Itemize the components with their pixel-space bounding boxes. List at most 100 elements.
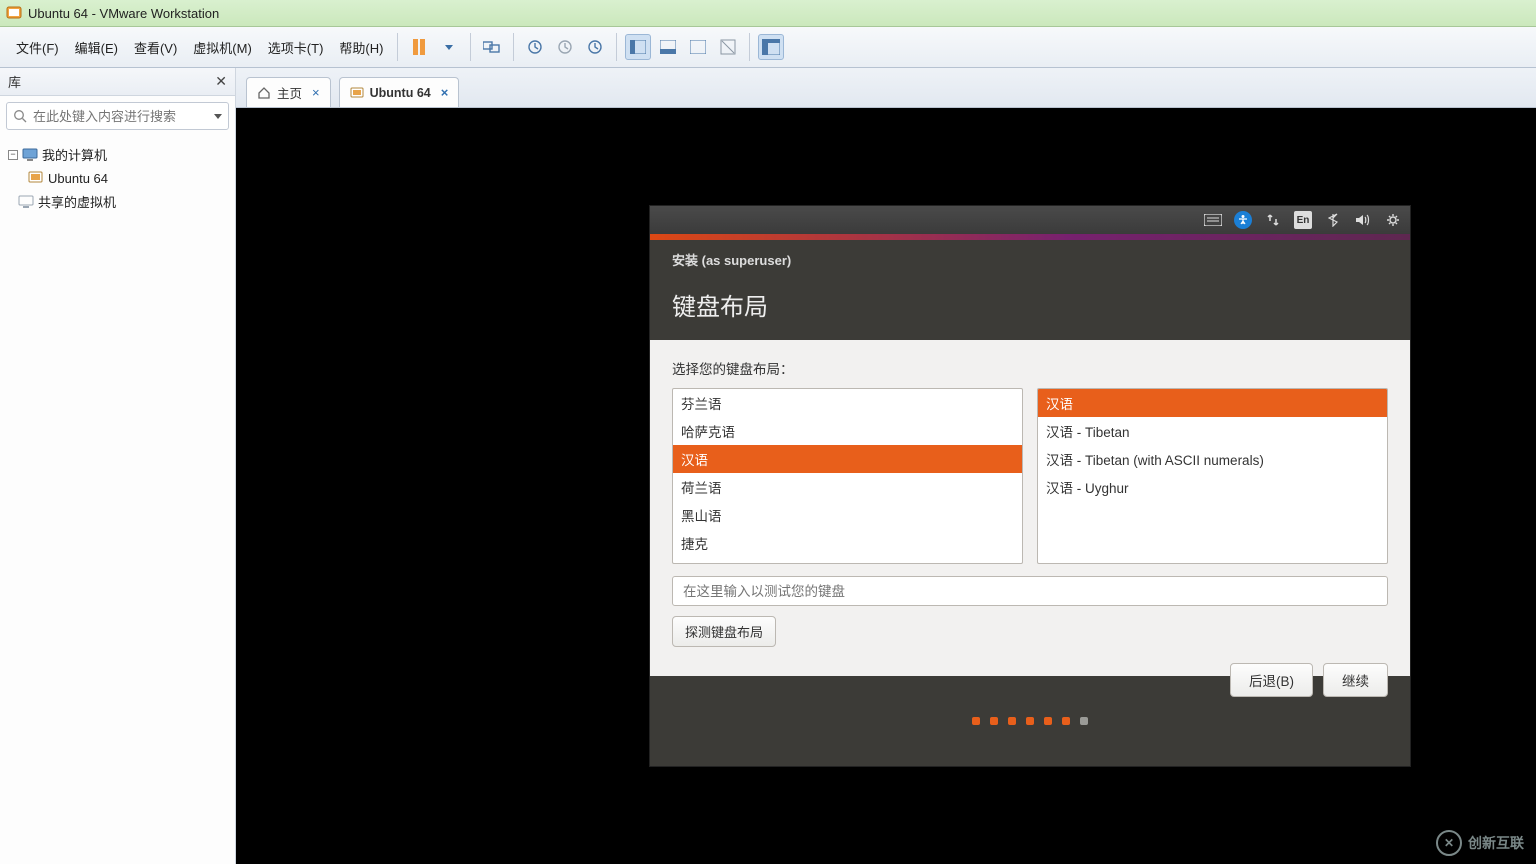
- settings-indicator-icon[interactable]: [1384, 211, 1402, 229]
- clock-icon: [527, 39, 543, 55]
- tab-home[interactable]: 主页 ×: [246, 77, 331, 107]
- tab-close-button[interactable]: ×: [312, 85, 320, 100]
- library-tree: − 我的计算机 Ubuntu 64 共享的虚拟机: [0, 136, 235, 220]
- menubar-separator: [616, 33, 617, 61]
- progress-dot: [1044, 717, 1052, 725]
- library-header-label: 库: [8, 72, 21, 91]
- list-item[interactable]: 黑山语: [673, 501, 1022, 529]
- installer-title: 安装 (as superuser): [672, 250, 1388, 269]
- window-titlebar: Ubuntu 64 - VMware Workstation: [0, 0, 1536, 27]
- progress-dot: [1080, 717, 1088, 725]
- list-item[interactable]: 汉语: [673, 445, 1022, 473]
- menu-view[interactable]: 查看(V): [126, 34, 185, 61]
- menu-help[interactable]: 帮助(H): [331, 34, 391, 61]
- menu-vm[interactable]: 虚拟机(M): [185, 34, 260, 61]
- unity-button[interactable]: [715, 34, 741, 60]
- menu-file[interactable]: 文件(F): [8, 34, 67, 61]
- library-panel: 库 ✕ − 我的计算机 Ubuntu 64 共享的虚拟机: [0, 68, 236, 864]
- library-search[interactable]: [6, 102, 229, 130]
- caret-down-icon: [445, 45, 453, 50]
- power-dropdown[interactable]: [436, 34, 462, 60]
- library-close-button[interactable]: ✕: [215, 73, 227, 90]
- shared-vm-icon: [18, 194, 34, 210]
- snapshot-manager-button[interactable]: [582, 34, 608, 60]
- tree-node-label: Ubuntu 64: [48, 171, 108, 186]
- pause-vm-button[interactable]: [406, 34, 432, 60]
- keyboard-layout-list-left[interactable]: 芬兰语哈萨克语汉语荷兰语黑山语捷克柯尔克孜语(吉尔吉斯语): [672, 388, 1023, 564]
- keyboard-indicator-icon[interactable]: [1204, 211, 1222, 229]
- tree-node-label: 我的计算机: [42, 145, 107, 164]
- page-title: 键盘布局: [672, 287, 1388, 322]
- keyboard-test-input[interactable]: [672, 576, 1388, 606]
- tree-node-ubuntu64[interactable]: Ubuntu 64: [4, 167, 231, 189]
- back-button[interactable]: 后退(B): [1230, 663, 1313, 697]
- progress-dot: [1008, 717, 1016, 725]
- progress-dot: [972, 717, 980, 725]
- fullscreen-icon: [690, 40, 706, 54]
- list-item[interactable]: 汉语 - Tibetan: [1038, 417, 1387, 445]
- list-item[interactable]: 捷克: [673, 529, 1022, 557]
- tree-expander-icon[interactable]: −: [8, 150, 18, 160]
- tab-label: Ubuntu 64: [370, 86, 431, 100]
- ubuntu-installer-window: En 安装 (as superuser) 键盘布局 选择您的键盘布局： 芬兰语哈…: [650, 206, 1410, 766]
- unity-icon: [720, 39, 736, 55]
- send-ctrl-alt-del-button[interactable]: [479, 34, 505, 60]
- monitor-icon: [22, 147, 38, 163]
- search-dropdown-icon[interactable]: [214, 114, 222, 119]
- list-item[interactable]: 汉语 - Uyghur: [1038, 473, 1387, 501]
- list-item[interactable]: 柯尔克孜语(吉尔吉斯语): [673, 557, 1022, 564]
- view-console-button[interactable]: [625, 34, 651, 60]
- menu-edit[interactable]: 编辑(E): [67, 34, 126, 61]
- snapshot-button[interactable]: [522, 34, 548, 60]
- watermark: ✕ 创新互联: [1436, 830, 1524, 856]
- revert-snapshot-button[interactable]: [552, 34, 578, 60]
- tab-close-button[interactable]: ×: [441, 85, 449, 100]
- list-item[interactable]: 芬兰语: [673, 389, 1022, 417]
- fullscreen-button[interactable]: [685, 34, 711, 60]
- accessibility-indicator-icon[interactable]: [1234, 211, 1252, 229]
- clock-manage-icon: [587, 39, 603, 55]
- menu-tabs[interactable]: 选项卡(T): [260, 34, 332, 61]
- watermark-logo-icon: ✕: [1436, 830, 1462, 856]
- language-indicator[interactable]: En: [1294, 211, 1312, 229]
- home-icon: [257, 86, 271, 100]
- search-icon: [13, 109, 27, 123]
- keyboard-lists-row: 芬兰语哈萨克语汉语荷兰语黑山语捷克柯尔克孜语(吉尔吉斯语) 汉语汉语 - Tib…: [672, 388, 1388, 564]
- detect-keyboard-button[interactable]: 探测键盘布局: [672, 616, 776, 647]
- progress-dot: [1026, 717, 1034, 725]
- watermark-text: 创新互联: [1468, 833, 1524, 853]
- vm-icon: [28, 170, 44, 186]
- library-panel-icon: [762, 39, 780, 55]
- view-bottom-icon: [660, 40, 676, 54]
- list-item[interactable]: 荷兰语: [673, 473, 1022, 501]
- tab-strip: 主页 × Ubuntu 64 ×: [236, 68, 1536, 108]
- pause-icon: [413, 39, 425, 55]
- view-thumbnail-button[interactable]: [655, 34, 681, 60]
- menubar-separator: [470, 33, 471, 61]
- list-item[interactable]: 哈萨克语: [673, 417, 1022, 445]
- continue-button[interactable]: 继续: [1323, 663, 1388, 697]
- tree-node-shared-vms[interactable]: 共享的虚拟机: [4, 189, 231, 214]
- tree-node-my-computer[interactable]: − 我的计算机: [4, 142, 231, 167]
- tab-label: 主页: [277, 83, 302, 102]
- menubar: 文件(F) 编辑(E) 查看(V) 虚拟机(M) 选项卡(T) 帮助(H): [0, 27, 1536, 68]
- ubuntu-header: 安装 (as superuser) 键盘布局: [650, 240, 1410, 340]
- progress-dot: [990, 717, 998, 725]
- volume-indicator-icon[interactable]: [1354, 211, 1372, 229]
- show-library-button[interactable]: [758, 34, 784, 60]
- menubar-separator: [749, 33, 750, 61]
- keyboard-layout-list-right[interactable]: 汉语汉语 - Tibetan汉语 - Tibetan (with ASCII n…: [1037, 388, 1388, 564]
- library-header: 库 ✕: [0, 68, 235, 96]
- list-item[interactable]: 汉语: [1038, 389, 1387, 417]
- view-split-left-icon: [630, 40, 646, 54]
- tree-node-label: 共享的虚拟机: [38, 192, 116, 211]
- bluetooth-indicator-icon[interactable]: [1324, 211, 1342, 229]
- network-indicator-icon[interactable]: [1264, 211, 1282, 229]
- list-item[interactable]: 汉语 - Tibetan (with ASCII numerals): [1038, 445, 1387, 473]
- vm-console-view[interactable]: En 安装 (as superuser) 键盘布局 选择您的键盘布局： 芬兰语哈…: [236, 108, 1536, 864]
- tab-ubuntu64[interactable]: Ubuntu 64 ×: [339, 77, 460, 107]
- menubar-separator: [513, 33, 514, 61]
- window-title: Ubuntu 64 - VMware Workstation: [28, 6, 219, 21]
- keyboard-prompt: 选择您的键盘布局：: [672, 358, 1388, 378]
- library-search-input[interactable]: [33, 109, 210, 124]
